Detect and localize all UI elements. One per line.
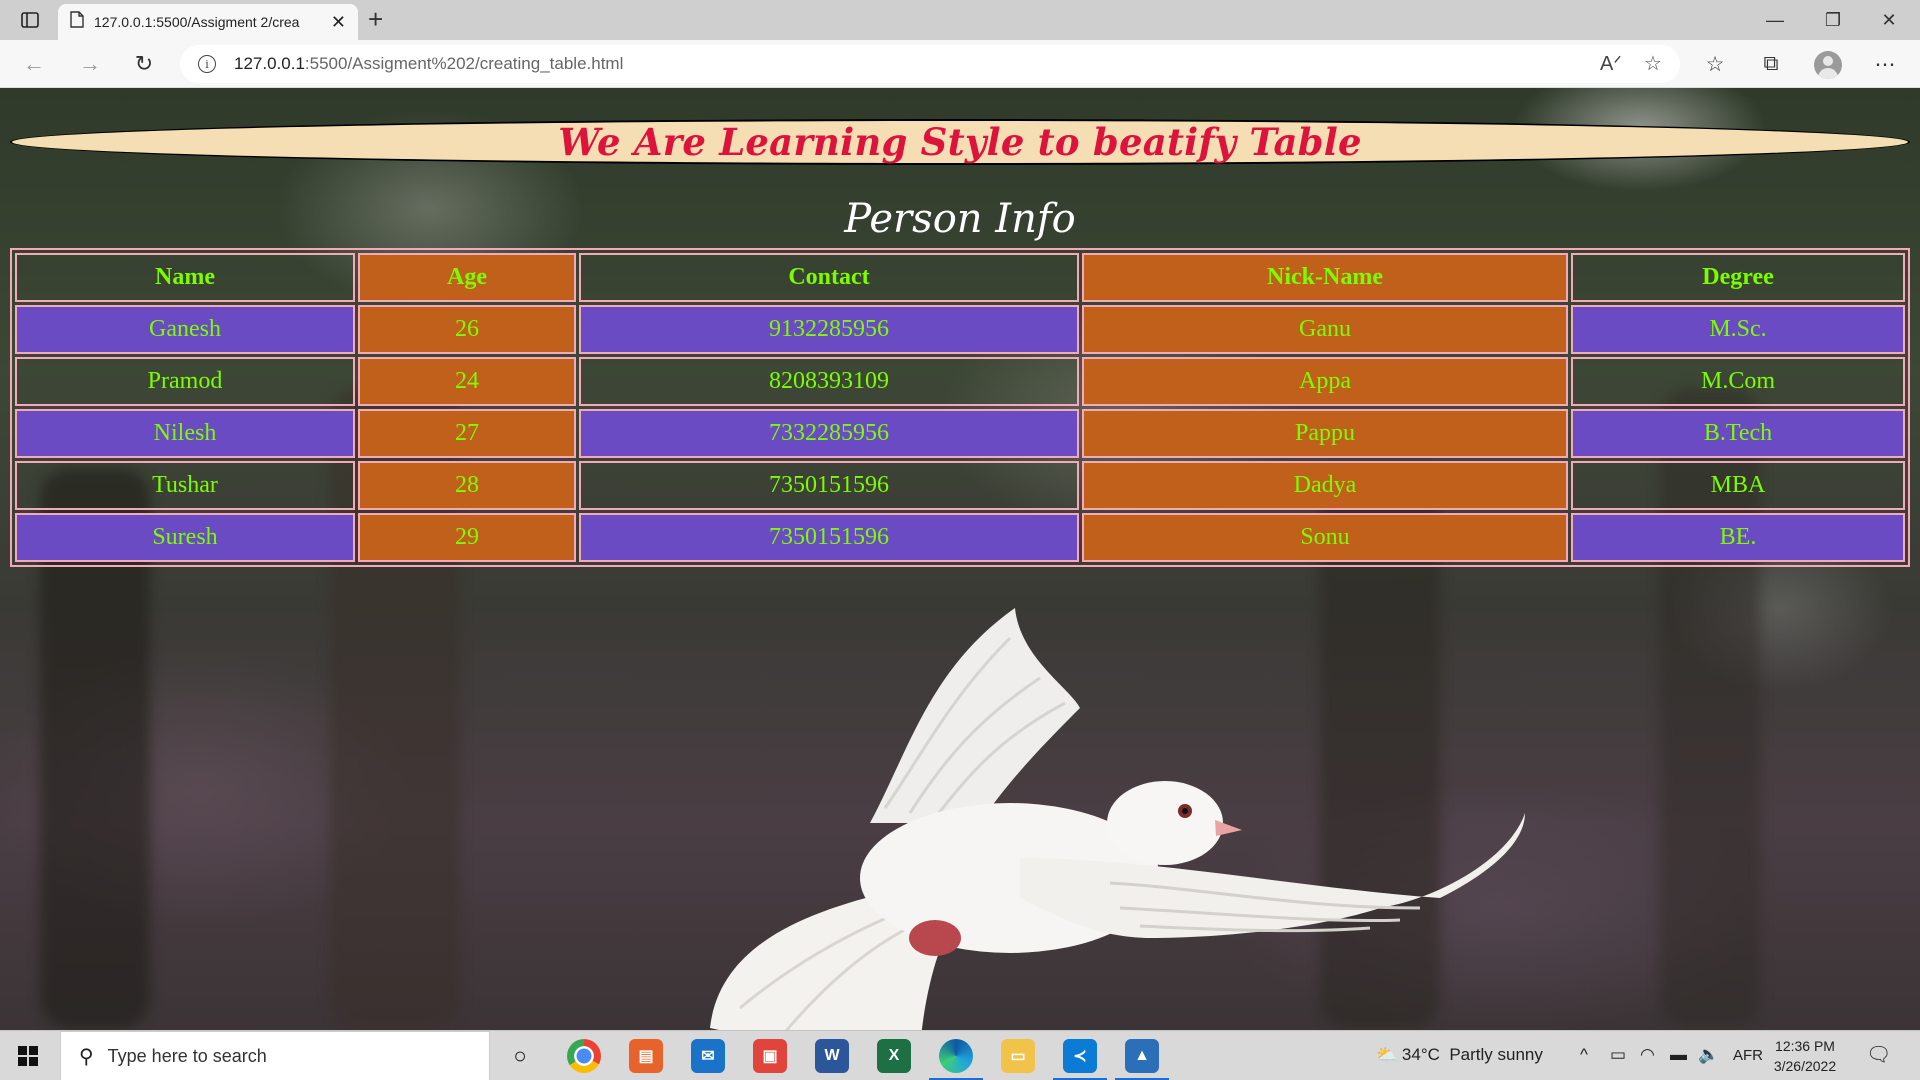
tab-actions-icon[interactable]: [18, 9, 42, 31]
url-text[interactable]: 127.0.0.1:5500/Assigment%202/creating_ta…: [234, 54, 623, 74]
vscode-icon[interactable]: ≺: [1063, 1039, 1097, 1073]
cell-name: Nilesh: [15, 409, 355, 458]
weather-icon: ⛅: [1376, 1045, 1398, 1064]
cell-nick-name: Ganu: [1082, 305, 1568, 354]
forward-icon[interactable]: →: [74, 50, 106, 78]
cell-contact: 9132285956: [579, 305, 1079, 354]
battery-icon[interactable]: ▬: [1670, 1045, 1687, 1065]
back-icon[interactable]: ←: [18, 50, 50, 78]
add-favorite-icon[interactable]: ☆: [1644, 51, 1662, 76]
collections-icon[interactable]: ⧉: [1756, 52, 1786, 76]
cell-degree: M.Sc.: [1571, 305, 1905, 354]
person-info-table: Name Age Contact Nick-Name Degree Ganesh…: [10, 248, 1910, 567]
taskbar: ⚲ Type here to search ○ ▤ ✉ ▣ W X ▭ ≺ ▲ …: [0, 1030, 1920, 1080]
chrome-icon[interactable]: [567, 1039, 601, 1073]
header-age: Age: [358, 253, 576, 302]
table-row: Ganesh 26 9132285956 Ganu M.Sc.: [15, 305, 1905, 354]
tab-title: 127.0.0.1:5500/Assigment 2/crea: [94, 14, 300, 30]
address-bar: ← → ↻ i 127.0.0.1:5500/Assigment%202/cre…: [0, 40, 1920, 88]
cell-age: 28: [358, 461, 576, 510]
table-row: Pramod 24 8208393109 Appa M.Com: [15, 357, 1905, 406]
cell-contact: 7350151596: [579, 461, 1079, 510]
cell-nick-name: Dadya: [1082, 461, 1568, 510]
header-name: Name: [15, 253, 355, 302]
cell-name: Suresh: [15, 513, 355, 562]
profile-icon[interactable]: [1814, 51, 1842, 79]
mail-icon[interactable]: ✉: [691, 1039, 725, 1073]
excel-icon[interactable]: X: [877, 1039, 911, 1073]
table-row: Tushar 28 7350151596 Dadya MBA: [15, 461, 1905, 510]
cell-name: Tushar: [15, 461, 355, 510]
wifi-icon[interactable]: ◠: [1640, 1045, 1655, 1065]
cell-name: Pramod: [15, 357, 355, 406]
cell-age: 24: [358, 357, 576, 406]
header-nick-name: Nick-Name: [1082, 253, 1568, 302]
header-contact: Contact: [579, 253, 1079, 302]
cell-nick-name: Sonu: [1082, 513, 1568, 562]
cell-nick-name: Appa: [1082, 357, 1568, 406]
page-icon: [70, 11, 84, 33]
edge-icon[interactable]: [939, 1039, 973, 1073]
store-icon[interactable]: ▣: [753, 1039, 787, 1073]
minimize-icon[interactable]: —: [1752, 6, 1798, 34]
cell-nick-name: Pappu: [1082, 409, 1568, 458]
restore-icon[interactable]: ❐: [1810, 6, 1856, 34]
info-icon[interactable]: i: [198, 55, 216, 73]
clock[interactable]: 12:36 PM 3/26/2022: [1770, 1036, 1840, 1076]
page-viewport: We Are Learning Style to beatify Table P…: [0, 88, 1920, 1030]
refresh-icon[interactable]: ↻: [128, 50, 160, 78]
table-caption: Person Info: [844, 196, 1076, 242]
cell-degree: MBA: [1571, 461, 1905, 510]
cell-age: 26: [358, 305, 576, 354]
cell-contact: 7332285956: [579, 409, 1079, 458]
meet-now-icon[interactable]: ▭: [1610, 1045, 1626, 1065]
notifications-icon[interactable]: 🗨: [1866, 1042, 1891, 1067]
search-placeholder: Type here to search: [107, 1045, 267, 1066]
header-degree: Degree: [1571, 253, 1905, 302]
browser-tab-bar: 127.0.0.1:5500/Assigment 2/crea ✕ + — ❐ …: [0, 0, 1920, 40]
search-icon: ⚲: [79, 1045, 94, 1068]
file-explorer-icon[interactable]: ▭: [1001, 1039, 1035, 1073]
taskbar-search[interactable]: ⚲ Type here to search: [60, 1031, 490, 1080]
close-icon[interactable]: ✕: [331, 13, 346, 31]
start-button[interactable]: [18, 1046, 38, 1066]
cell-age: 27: [358, 409, 576, 458]
photos-icon[interactable]: ▲: [1125, 1039, 1159, 1073]
cell-contact: 8208393109: [579, 357, 1079, 406]
cell-contact: 7350151596: [579, 513, 1079, 562]
url-field[interactable]: i 127.0.0.1:5500/Assigment%202/creating_…: [180, 45, 1680, 83]
slides-icon[interactable]: ▤: [629, 1039, 663, 1073]
new-tab-icon[interactable]: +: [368, 6, 383, 32]
more-icon[interactable]: ⋯: [1870, 52, 1900, 77]
cell-degree: BE.: [1571, 513, 1905, 562]
window-close-icon[interactable]: ✕: [1866, 6, 1912, 34]
tray-chevron-icon[interactable]: ^: [1580, 1045, 1588, 1065]
page-banner: We Are Learning Style to beatify Table: [10, 119, 1910, 165]
word-icon[interactable]: W: [815, 1039, 849, 1073]
favorites-icon[interactable]: ☆: [1700, 52, 1730, 77]
table-row: Nilesh 27 7332285956 Pappu B.Tech: [15, 409, 1905, 458]
clock-date: 3/26/2022: [1773, 1058, 1837, 1074]
dove-image: [710, 608, 1525, 1030]
read-aloud-icon[interactable]: Aᐟ: [1600, 51, 1622, 76]
clock-time: 12:36 PM: [1775, 1038, 1835, 1054]
cortana-icon[interactable]: ○: [503, 1039, 537, 1073]
table-header-row: Name Age Contact Nick-Name Degree: [15, 253, 1905, 302]
cell-degree: B.Tech: [1571, 409, 1905, 458]
language-indicator[interactable]: AFR: [1733, 1047, 1763, 1064]
cell-age: 29: [358, 513, 576, 562]
weather-widget[interactable]: ⛅ 34°C Partly sunny: [1376, 1045, 1543, 1065]
weather-text: 34°C Partly sunny: [1401, 1045, 1543, 1064]
table-row: Suresh 29 7350151596 Sonu BE.: [15, 513, 1905, 562]
browser-tab[interactable]: 127.0.0.1:5500/Assigment 2/crea ✕: [58, 4, 358, 40]
cell-name: Ganesh: [15, 305, 355, 354]
banner-heading: We Are Learning Style to beatify Table: [558, 120, 1362, 164]
cell-degree: M.Com: [1571, 357, 1905, 406]
volume-icon[interactable]: 🔈: [1698, 1045, 1719, 1065]
